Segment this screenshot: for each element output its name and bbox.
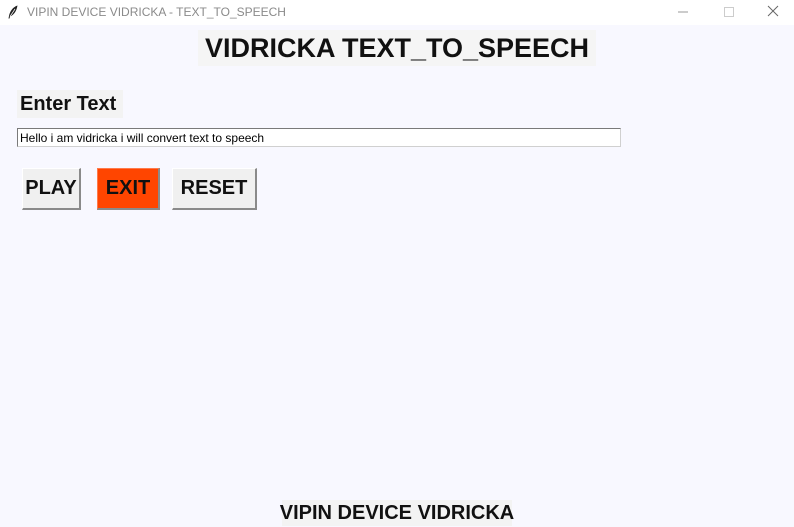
minimize-icon bbox=[678, 4, 688, 22]
title-bar: VIPIN DEVICE VIDRICKA - TEXT_TO_SPEECH bbox=[0, 0, 794, 25]
close-icon bbox=[767, 4, 779, 22]
window-title: VIPIN DEVICE VIDRICKA - TEXT_TO_SPEECH bbox=[27, 5, 286, 19]
minimize-button[interactable] bbox=[660, 0, 706, 25]
maximize-icon bbox=[724, 4, 734, 22]
exit-button[interactable]: EXIT bbox=[97, 168, 160, 210]
maximize-button[interactable] bbox=[706, 0, 752, 25]
page-title: VIDRICKA TEXT_TO_SPEECH bbox=[198, 30, 596, 66]
footer-label: VIPIN DEVICE VIDRICKA bbox=[280, 500, 514, 526]
enter-text-label: Enter Text bbox=[17, 90, 123, 118]
feather-icon bbox=[7, 5, 19, 19]
reset-button[interactable]: RESET bbox=[172, 168, 257, 210]
text-input[interactable] bbox=[17, 128, 621, 147]
play-button[interactable]: PLAY bbox=[22, 168, 81, 210]
close-button[interactable] bbox=[750, 0, 794, 25]
